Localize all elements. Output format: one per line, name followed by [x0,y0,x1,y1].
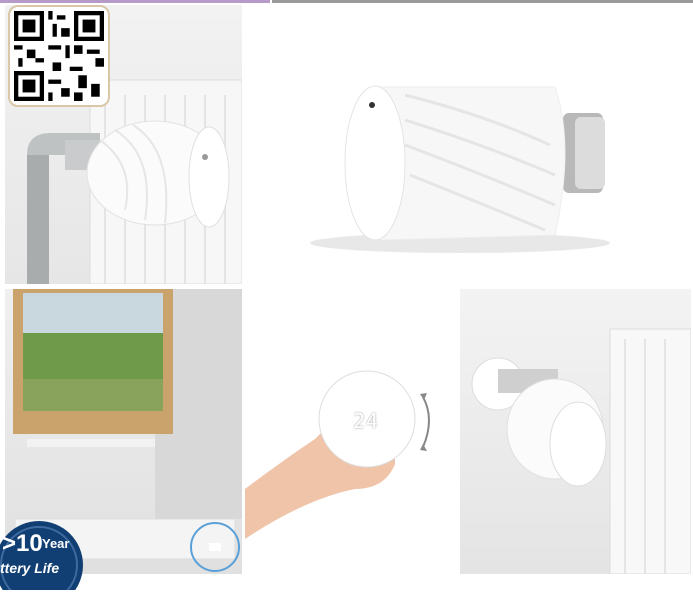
photo-product-hero: 24 [245,5,691,284]
photo-hand-rotating: 24 [245,289,458,574]
photo-radiator-closeup: 24 [460,289,691,574]
left-accent-bar [0,0,270,3]
thermostat-display: 23 [195,168,222,192]
right-accent-bar [272,0,693,3]
thermostat-hero-illustration [310,85,610,253]
battery-life-badge: >10 Year ttery Life [0,520,104,595]
qr-code-pattern [14,11,104,101]
thermostat-display: 24 [359,150,393,180]
hand-rotating-illustration [245,370,430,539]
thermostat-display: 24 [566,434,590,455]
badge-unit: Year [42,536,70,551]
qr-code[interactable] [8,5,110,107]
thermostat-display: 24 [353,409,380,433]
badge-main: >10 [2,530,43,557]
radiator-closeup-illustration [471,328,691,574]
